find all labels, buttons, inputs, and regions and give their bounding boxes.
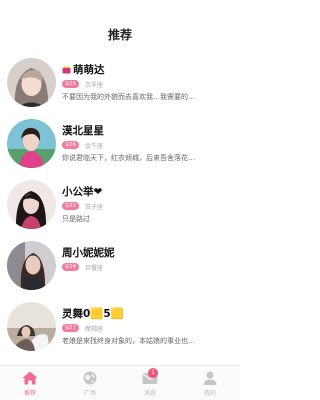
age-badge: ♀26 — [62, 141, 80, 149]
list-item[interactable]: 萌萌达 ♀25 白羊座 不要因为我的外貌而去喜欢我…我需要的… — [0, 56, 240, 117]
user-name: 灵舞0🟨5🟨 — [62, 308, 124, 320]
age-badge: ♀22 — [62, 202, 80, 210]
tab-messages[interactable]: 1 消息 — [120, 366, 180, 400]
header: 推荐 — [0, 0, 240, 60]
user-bio: 你说君临天下，红衣倾城，后来吾舍落花… — [62, 154, 195, 162]
user-meta: ♀22 双子座 — [62, 201, 103, 211]
unread-badge: 1 — [148, 368, 158, 378]
avatar[interactable] — [7, 302, 56, 351]
bottom-tab-bar: 推荐 广场 1 消息 我的 — [0, 365, 240, 400]
tab-messages-label: 消息 — [143, 390, 156, 397]
avatar[interactable] — [7, 119, 56, 168]
user-icon — [202, 370, 218, 385]
age-badge: ♀24 — [62, 263, 80, 271]
user-meta: ♀24 巨蟹座 — [62, 262, 103, 272]
tab-home-label: 推荐 — [23, 390, 36, 397]
tab-square-label: 广场 — [83, 390, 96, 397]
user-list: 萌萌达 ♀25 白羊座 不要因为我的外貌而去喜欢我…我需要的… 漠北星星 ♀26… — [0, 56, 240, 361]
tab-home[interactable]: 推荐 — [0, 366, 60, 400]
user-name: 周小妮妮妮 — [62, 247, 115, 259]
zodiac-label: 白羊座 — [85, 81, 104, 89]
list-item[interactable]: 漠北星星 ♀26 金牛座 你说君临天下，红衣倾城，后来吾舍落花… — [0, 117, 240, 178]
tab-mine-label: 我的 — [203, 390, 216, 397]
zodiac-label: 摩羯座 — [85, 325, 104, 333]
tab-square[interactable]: 广场 — [60, 366, 120, 400]
user-bio: 老娘是来找终身对象的，本姑娘的事业也… — [62, 337, 195, 345]
zodiac-label: 金牛座 — [85, 142, 104, 150]
list-item[interactable]: 灵舞0🟨5🟨 ♀27 摩羯座 老娘是来找终身对象的，本姑娘的事业也… — [0, 300, 240, 361]
home-icon — [22, 370, 38, 385]
user-name: 萌萌达 — [62, 62, 105, 77]
list-item[interactable]: 小公举❤ ♀22 双子座 只是路过 — [0, 178, 240, 239]
user-meta: ♀27 摩羯座 — [62, 323, 103, 333]
user-name: 小公举❤ — [62, 186, 103, 198]
zodiac-label: 双子座 — [85, 203, 104, 211]
page-title: 推荐 — [107, 28, 132, 42]
globe-icon — [82, 370, 98, 385]
user-meta: ♀25 白羊座 — [62, 79, 103, 89]
avatar[interactable] — [7, 180, 56, 229]
avatar[interactable] — [7, 58, 56, 107]
crown-icon — [62, 65, 71, 77]
user-meta: ♀26 金牛座 — [62, 140, 103, 150]
user-bio: 只是路过 — [62, 215, 90, 223]
tab-mine[interactable]: 我的 — [180, 366, 240, 400]
age-badge: ♀25 — [62, 80, 80, 88]
user-bio: 不要因为我的外貌而去喜欢我…我需要的… — [62, 93, 195, 101]
list-item[interactable]: 周小妮妮妮 ♀24 巨蟹座 — [0, 239, 240, 300]
avatar[interactable] — [7, 241, 56, 290]
user-name: 漠北星星 — [62, 125, 104, 137]
zodiac-label: 巨蟹座 — [85, 264, 104, 272]
age-badge: ♀27 — [62, 324, 80, 332]
